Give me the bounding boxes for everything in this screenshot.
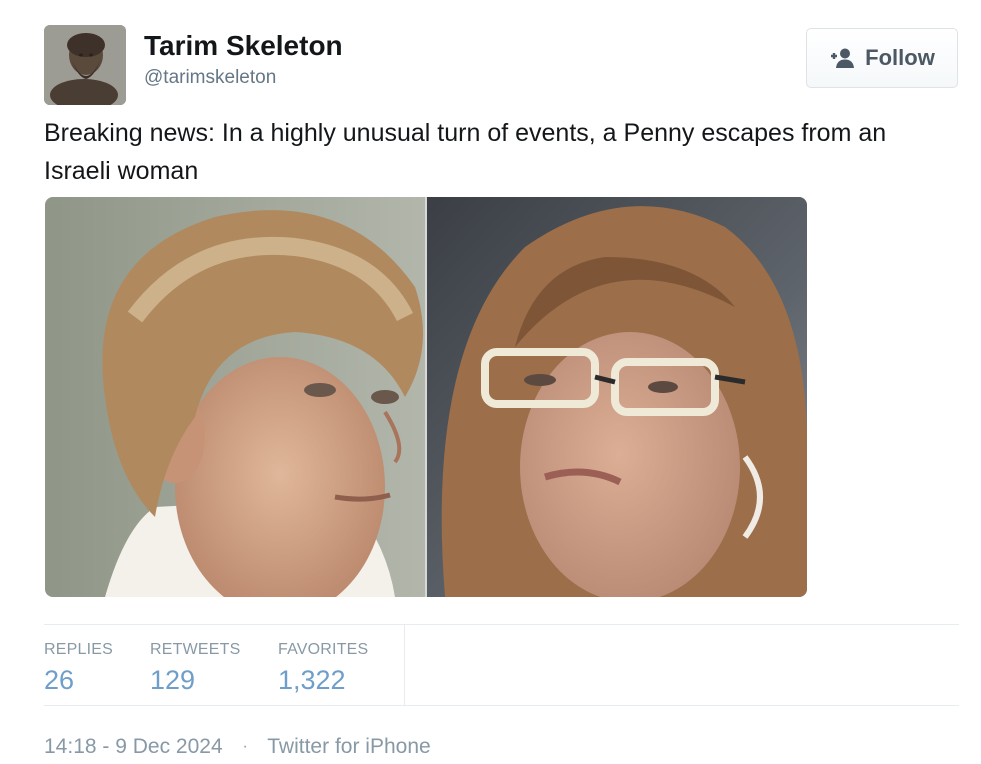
bearded-statue-icon [44,25,126,105]
display-name[interactable]: Tarim Skeleton [144,30,343,62]
stat-replies-label: REPLIES [44,641,113,658]
stat-replies-value: 26 [44,665,75,695]
add-user-icon [829,47,855,69]
tweet-text: Breaking news: In a highly unusual turn … [44,119,887,185]
stat-favorites-value: 1,322 [278,665,346,695]
stat-retweets-label: RETWEETS [150,641,241,658]
follow-button-label: Follow [865,45,935,70]
tweet-card: Tarim Skeleton @tarimskeleton Follow Bre… [0,0,981,764]
tweet-stats: REPLIES 26 RETWEETS 129 FAVORITES 1,322 [44,625,405,705]
stat-favorites-label: FAVORITES [278,641,369,658]
tweet-meta: 14:18 - 9 Dec 2024 · Twitter for iPhone [44,735,431,759]
user-avatar[interactable] [44,25,126,105]
tweet-source[interactable]: Twitter for iPhone [267,735,430,758]
meta-separator: · [242,738,248,755]
follow-button[interactable]: Follow [806,28,958,88]
screen-name[interactable]: @tarimskeleton [144,67,276,89]
two-portraits-photo-icon [45,197,807,597]
stat-retweets-value: 129 [150,665,196,695]
stats-bottom-divider [44,705,959,706]
tweet-photo[interactable] [45,197,807,597]
tweet-timestamp[interactable]: 14:18 - 9 Dec 2024 [44,735,223,758]
